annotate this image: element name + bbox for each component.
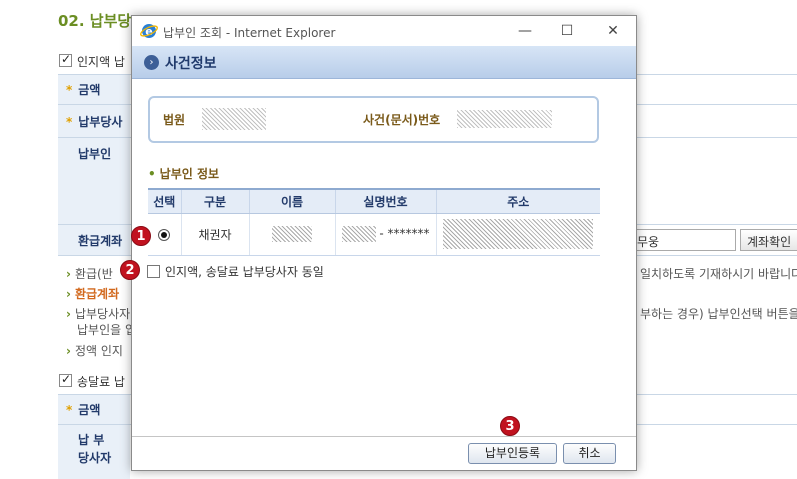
id-masked (341, 226, 376, 242)
row-label-payer: 납부인 (78, 147, 112, 161)
bank-name-field[interactable]: 무웅 (630, 229, 736, 251)
payer-table: 선택 구분 이름 실명번호 주소 채권자 - ******* (148, 188, 600, 256)
delivery-fee-checkbox[interactable] (59, 372, 72, 387)
row-label-amount: * 금액 (66, 83, 101, 97)
payer-lookup-window: e 납부인 조회 - Internet Explorer — ☐ ✕ › 사건정… (131, 15, 637, 471)
row-label-amount-2: * 금액 (66, 403, 101, 417)
address-masked (443, 219, 594, 249)
name-masked (272, 226, 312, 242)
court-label: 법원 (163, 113, 186, 127)
row-label-payer-party: * 납부당사 (66, 115, 123, 129)
step-badge-1: 1 (131, 226, 151, 246)
maximize-button[interactable]: ☐ (552, 20, 582, 42)
approval-fee-checkbox[interactable] (59, 52, 72, 67)
cancel-button[interactable]: 취소 (563, 443, 616, 464)
note-payer-indent: 납부인을 입 (77, 323, 137, 337)
note-payer-party: › 납부당사자 (66, 307, 131, 321)
delivery-fee-checkbox-label: 송달료 납 (77, 375, 125, 389)
payer-select-radio[interactable] (158, 228, 171, 241)
note-right-1: 일치하도록 기재하시기 바랍니다 (640, 267, 797, 281)
internet-explorer-icon: e (140, 24, 158, 38)
note-refund: › 환급(반 (66, 267, 113, 281)
case-info-header: › 사건정보 (132, 46, 636, 79)
note-refund-account: › 환급계좌 (66, 287, 120, 301)
col-category: 구분 (180, 188, 249, 214)
window-titlebar[interactable]: e 납부인 조회 - Internet Explorer — ☐ ✕ (132, 16, 636, 46)
step-badge-3: 3 (500, 416, 520, 436)
col-address: 주소 (435, 188, 600, 214)
case-info-box: 법원 사건(문서)번호 (148, 96, 599, 143)
note-fixed-stamp: › 정액 인지 (66, 344, 123, 358)
chevron-right-icon: › (144, 55, 159, 70)
same-payer-checkbox[interactable] (147, 265, 160, 278)
same-payer-label: 인지액, 송달료 납부당사자 동일 (165, 265, 324, 279)
name-cell (248, 213, 335, 256)
window-title: 납부인 조회 - Internet Explorer (163, 26, 336, 40)
payer-section-title: • 납부인 정보 (148, 167, 220, 181)
step-badge-2: 2 (120, 260, 140, 280)
section-title: 02. 납부당 (58, 12, 132, 30)
address-cell (435, 213, 600, 256)
row-label-payer-2b: 당사자 (78, 451, 112, 465)
select-cell[interactable] (148, 213, 181, 256)
note-right-2: 부하는 경우) 납부인선택 버튼을 (640, 307, 797, 321)
id-number-cell: - ******* (334, 213, 436, 256)
register-payer-button[interactable]: 납부인등록 (468, 443, 557, 464)
col-name: 이름 (248, 188, 335, 214)
col-select: 선택 (148, 188, 181, 214)
close-button[interactable]: ✕ (598, 20, 628, 42)
minimize-button[interactable]: — (510, 20, 540, 42)
id-suffix: - ******* (379, 226, 430, 241)
footer-divider (132, 436, 636, 437)
table-header-row: 선택 구분 이름 실명번호 주소 (148, 188, 600, 214)
case-number-label: 사건(문서)번호 (363, 113, 441, 127)
header-title: 사건정보 (165, 56, 217, 72)
row-label-refund: 환급계좌 (78, 234, 123, 248)
case-number-masked (457, 110, 552, 128)
court-value-masked (202, 108, 266, 130)
approval-fee-checkbox-label: 인지액 납 (77, 55, 125, 69)
table-row[interactable]: 채권자 - ******* (148, 213, 600, 256)
col-id-number: 실명번호 (334, 188, 436, 214)
account-check-button[interactable]: 계좌확인 (740, 229, 797, 251)
category-cell: 채권자 (180, 213, 249, 256)
row-label-payer-2a: 납 부 (78, 433, 105, 447)
